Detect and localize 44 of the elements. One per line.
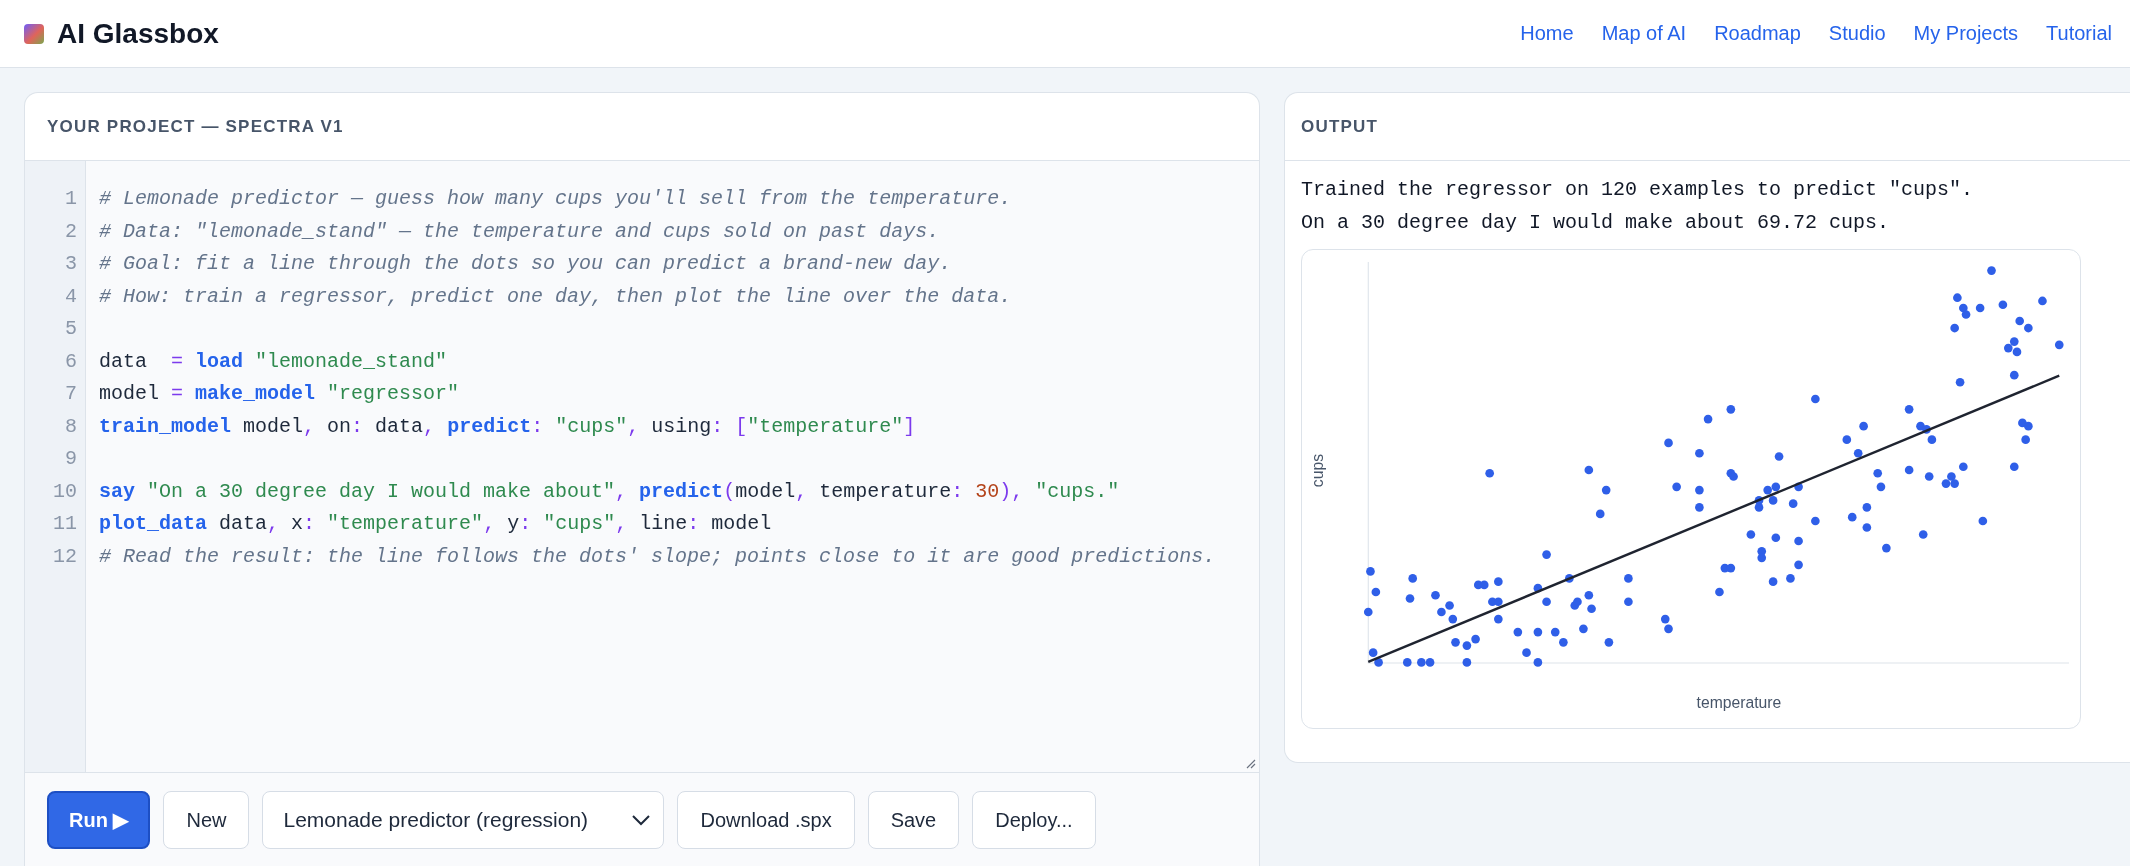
line-number: 12 xyxy=(52,543,77,570)
line-number: 1 xyxy=(64,186,77,212)
panel-title: OUTPUT xyxy=(1285,93,2130,161)
line-number: 8 xyxy=(64,413,77,440)
line-number: 11 xyxy=(52,511,77,537)
line-number: 3 xyxy=(64,251,77,277)
run-button[interactable]: Run ▶ xyxy=(47,791,151,849)
y-axis-label: cups xyxy=(1308,454,1326,488)
example-dropdown[interactable]: Lemonade predictor (regression) xyxy=(262,791,665,849)
x-axis-label: temperature xyxy=(1696,693,1782,711)
code-line: data = load "lemonade_stand" xyxy=(99,348,449,375)
logo-icon xyxy=(24,23,44,44)
toolbar-button[interactable]: Save xyxy=(867,791,960,849)
line-number: 5 xyxy=(64,316,77,342)
code-line: plot_data data, x: "temperature", y: "cups", line: model xyxy=(99,511,773,537)
resize-handle-icon[interactable] xyxy=(1244,757,1256,769)
code-line: model = make_model "regressor" xyxy=(99,381,461,407)
code-line: # Read the result: the line follows the dots' slope; points close to it are good predictions. xyxy=(99,543,1216,570)
output-line: Trained the regressor on 120 examples to predict "cups". xyxy=(1301,177,1975,203)
code-line: # How: train a regressor, predict one day, then plot the line over the data. xyxy=(99,283,1013,310)
line-number: 2 xyxy=(64,218,77,245)
nav-link[interactable]: Roadmap xyxy=(1714,22,1801,45)
toolbar-button[interactable]: Deploy... xyxy=(972,791,1096,849)
code-line: # Data: "lemonade_stand" — the temperature and cups sold on past days. xyxy=(99,218,941,245)
output-line: On a 30 degree day I would make about 69.72 cups. xyxy=(1301,210,1891,236)
code-line: say "On a 30 degree day I would make about", predict(model, temperature: 30), "cups." xyxy=(99,478,1121,505)
code-editor[interactable] xyxy=(25,161,1259,773)
line-number: 9 xyxy=(64,446,77,472)
nav-link[interactable]: My Projects xyxy=(1913,22,2019,45)
code-line: train_model model, on: data, predict: "cups", using: ["temperature"] xyxy=(99,413,917,440)
nav-link[interactable]: Tutorial xyxy=(2046,22,2112,45)
nav-link[interactable]: Home xyxy=(1520,22,1574,45)
line-number: 10 xyxy=(52,478,77,505)
line-number: 7 xyxy=(64,381,77,407)
toolbar-button[interactable]: New xyxy=(163,791,250,849)
app-title: AI Glassbox xyxy=(57,17,219,50)
line-number: 6 xyxy=(64,348,77,375)
code-line: # Goal: fit a line through the dots so you can predict a brand-new day. xyxy=(99,251,953,277)
code-line: # Lemonade predictor — guess how many cups you'll sell from the temperature. xyxy=(99,186,1013,212)
nav-link[interactable]: Map of AI xyxy=(1601,22,1687,45)
nav-link[interactable]: Studio xyxy=(1828,22,1886,45)
chevron-down-icon xyxy=(631,814,652,826)
toolbar-button[interactable]: Download .spx xyxy=(677,791,855,849)
line-number: 4 xyxy=(64,283,77,310)
